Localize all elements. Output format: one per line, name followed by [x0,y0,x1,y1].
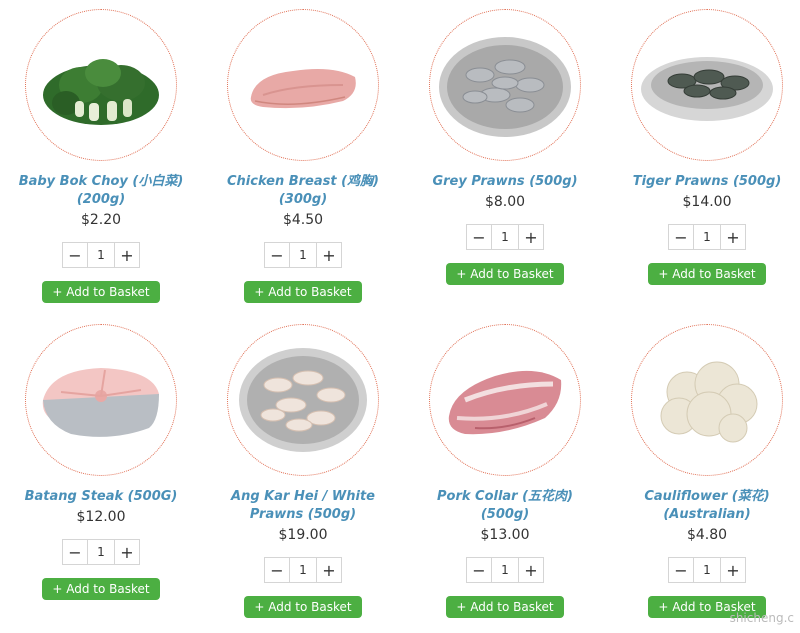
quantity-stepper: − 1 + [62,539,140,565]
quantity-decrease-button[interactable]: − [63,243,87,267]
product-card: Pork Collar (五花肉) (500g) $13.00 − 1 + + … [404,318,606,633]
quantity-decrease-button[interactable]: − [265,243,289,267]
quantity-input[interactable]: 1 [693,225,721,249]
quantity-stepper: − 1 + [264,242,342,268]
quantity-increase-button[interactable]: + [519,558,543,582]
product-card: Grey Prawns (500g) $8.00 − 1 + + Add to … [404,0,606,318]
product-image-batang-steak[interactable] [25,324,177,476]
add-to-basket-button[interactable]: + Add to Basket [446,596,564,618]
product-card: Cauliflower (菜花) (Australian) $4.80 − 1 … [606,318,800,633]
product-grid: Baby Bok Choy (小白菜) (200g) $2.20 − 1 + +… [0,0,800,633]
product-name[interactable]: Pork Collar (五花肉) (500g) [420,488,590,524]
quantity-stepper: − 1 + [668,557,746,583]
quantity-increase-button[interactable]: + [317,243,341,267]
product-name[interactable]: Cauliflower (菜花) (Australian) [622,488,792,524]
quantity-stepper: − 1 + [62,242,140,268]
quantity-input[interactable]: 1 [491,225,519,249]
product-image-chicken-breast[interactable] [227,9,379,161]
product-image-pork-collar[interactable] [429,324,581,476]
product-image-bok-choy[interactable] [25,9,177,161]
quantity-stepper: − 1 + [668,224,746,250]
product-card: Chicken Breast (鸡胸) (300g) $4.50 − 1 + +… [202,0,404,318]
product-card: Ang Kar Hei / White Prawns (500g) $19.00… [202,318,404,633]
add-to-basket-button[interactable]: + Add to Basket [446,263,564,285]
add-to-basket-button[interactable]: + Add to Basket [648,263,766,285]
product-price: $12.00 [76,509,126,525]
product-price: $4.50 [282,212,324,228]
product-price: $13.00 [480,527,530,543]
product-price: $14.00 [682,194,732,210]
quantity-stepper: − 1 + [264,557,342,583]
quantity-decrease-button[interactable]: − [265,558,289,582]
quantity-decrease-button[interactable]: − [669,225,693,249]
quantity-input[interactable]: 1 [289,558,317,582]
product-price: $4.80 [686,527,728,543]
product-name[interactable]: Grey Prawns (500g) [420,173,590,191]
product-name[interactable]: Batang Steak (500G) [16,488,186,506]
quantity-input[interactable]: 1 [87,243,115,267]
quantity-increase-button[interactable]: + [519,225,543,249]
add-to-basket-button[interactable]: + Add to Basket [244,281,362,303]
product-name[interactable]: Chicken Breast (鸡胸) (300g) [218,173,388,209]
quantity-increase-button[interactable]: + [721,558,745,582]
quantity-input[interactable]: 1 [87,540,115,564]
quantity-increase-button[interactable]: + [317,558,341,582]
add-to-basket-button[interactable]: + Add to Basket [244,596,362,618]
product-card: Tiger Prawns (500g) $14.00 − 1 + + Add t… [606,0,800,318]
product-price: $19.00 [278,527,328,543]
product-image-tiger-prawns[interactable] [631,9,783,161]
quantity-increase-button[interactable]: + [115,243,139,267]
quantity-decrease-button[interactable]: − [669,558,693,582]
product-name[interactable]: Tiger Prawns (500g) [622,173,792,191]
product-image-white-prawns[interactable] [227,324,379,476]
watermark-text: shicheng.c [729,611,794,625]
quantity-decrease-button[interactable]: − [467,225,491,249]
add-to-basket-button[interactable]: + Add to Basket [42,578,160,600]
quantity-input[interactable]: 1 [491,558,519,582]
quantity-decrease-button[interactable]: − [467,558,491,582]
quantity-increase-button[interactable]: + [115,540,139,564]
product-name[interactable]: Baby Bok Choy (小白菜) (200g) [16,173,186,209]
quantity-increase-button[interactable]: + [721,225,745,249]
add-to-basket-button[interactable]: + Add to Basket [42,281,160,303]
product-image-cauliflower[interactable] [631,324,783,476]
quantity-input[interactable]: 1 [289,243,317,267]
product-image-grey-prawns[interactable] [429,9,581,161]
quantity-stepper: − 1 + [466,224,544,250]
product-price: $8.00 [484,194,526,210]
product-card: Batang Steak (500G) $12.00 − 1 + + Add t… [0,318,202,633]
product-card: Baby Bok Choy (小白菜) (200g) $2.20 − 1 + +… [0,0,202,318]
quantity-input[interactable]: 1 [693,558,721,582]
quantity-stepper: − 1 + [466,557,544,583]
product-name[interactable]: Ang Kar Hei / White Prawns (500g) [218,488,388,524]
quantity-decrease-button[interactable]: − [63,540,87,564]
product-price: $2.20 [80,212,122,228]
